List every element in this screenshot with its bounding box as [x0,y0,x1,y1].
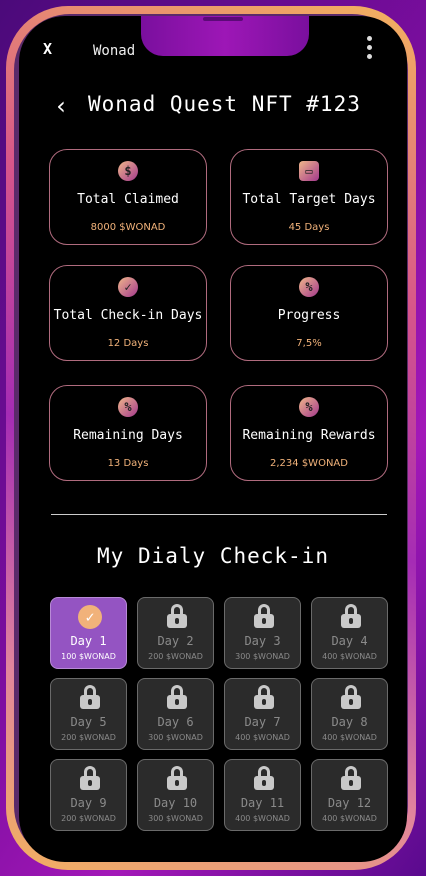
day-label: Day 12 [327,796,372,810]
day-card-8[interactable]: Day 8 400 $WONAD [311,678,388,750]
lock-icon [254,766,274,790]
stat-card-progress: % Progress 7,5% [230,265,388,361]
close-button[interactable]: X [43,40,52,58]
lock-icon [80,766,100,790]
day-label: Day 5 [70,715,107,729]
day-reward: 400 $WONAD [235,733,290,742]
day-card-6[interactable]: Day 6 300 $WONAD [137,678,214,750]
day-card-11[interactable]: Day 11 400 $WONAD [224,759,301,831]
back-button[interactable]: ‹ [54,92,68,120]
percent-icon: % [118,397,138,417]
percent-icon: % [299,277,319,297]
stat-label: Remaining Rewards [242,428,376,443]
day-reward: 100 $WONAD [61,652,116,661]
day-reward: 300 $WONAD [148,814,203,823]
day-card-4[interactable]: Day 4 400 $WONAD [311,597,388,669]
app-title: Wonad [93,43,136,59]
lock-icon [341,604,361,628]
day-reward: 200 $WONAD [61,814,116,823]
dollar-icon: $ [118,161,138,181]
day-label: Day 8 [331,715,368,729]
day-label: Day 7 [244,715,281,729]
stat-card-total-checkin-days: ✓ Total Check-in Days 12 Days [49,265,207,361]
day-card-12[interactable]: Day 12 400 $WONAD [311,759,388,831]
stat-label: Total Check-in Days [53,308,203,323]
lock-icon [341,766,361,790]
day-card-2[interactable]: Day 2 200 $WONAD [137,597,214,669]
stat-value: 8000 $WONAD [90,222,166,233]
day-label: Day 9 [70,796,107,810]
stat-value: 45 Days [288,222,330,233]
day-reward: 400 $WONAD [235,814,290,823]
speaker-bar [203,17,243,21]
day-label: Day 3 [244,634,281,648]
day-reward: 200 $WONAD [148,652,203,661]
day-reward: 400 $WONAD [322,814,377,823]
day-reward: 200 $WONAD [61,733,116,742]
phone-screen: X Wonad ‹ Wonad Quest NFT #123 $ Total C… [19,16,407,862]
page-title: Wonad Quest NFT #123 [88,92,361,116]
day-card-9[interactable]: Day 9 200 $WONAD [50,759,127,831]
percent-icon: % [299,397,319,417]
day-label: Day 2 [157,634,194,648]
lock-icon [254,685,274,709]
lock-icon [167,604,187,628]
day-label: Day 6 [157,715,194,729]
stat-card-remaining-rewards: % Remaining Rewards 2,234 $WONAD [230,385,388,481]
stat-label: Total Target Days [242,192,376,207]
day-card-10[interactable]: Day 10 300 $WONAD [137,759,214,831]
day-reward: 400 $WONAD [322,733,377,742]
stat-label: Progress [277,308,341,323]
section-divider [51,514,387,515]
notch [141,16,309,56]
lock-icon [167,766,187,790]
stat-card-remaining-days: % Remaining Days 13 Days [49,385,207,481]
checkmark-icon: ✓ [78,605,102,629]
more-options-icon[interactable] [367,36,373,62]
day-label: Day 10 [153,796,198,810]
day-card-5[interactable]: Day 5 200 $WONAD [50,678,127,750]
checkin-section-title: My Dialy Check-in [97,544,329,568]
day-label: Day 4 [331,634,368,648]
stat-value: 2,234 $WONAD [270,458,348,469]
day-label: Day 11 [240,796,285,810]
stat-card-total-target-days: ▭ Total Target Days 45 Days [230,149,388,245]
stat-label: Total Claimed [77,192,179,207]
day-card-3[interactable]: Day 3 300 $WONAD [224,597,301,669]
lock-icon [341,685,361,709]
stat-card-total-claimed: $ Total Claimed 8000 $WONAD [49,149,207,245]
stat-label: Remaining Days [73,428,183,443]
stat-value: 13 Days [107,458,149,469]
lock-icon [254,604,274,628]
day-card-7[interactable]: Day 7 400 $WONAD [224,678,301,750]
day-label: Day 1 [70,634,107,648]
day-reward: 400 $WONAD [322,652,377,661]
stat-value: 12 Days [107,338,149,349]
check-icon: ✓ [118,277,138,297]
day-reward: 300 $WONAD [148,733,203,742]
calendar-icon: ▭ [299,161,319,181]
stat-value: 7,5% [296,338,322,349]
lock-icon [167,685,187,709]
day-reward: 300 $WONAD [235,652,290,661]
lock-icon [80,685,100,709]
day-card-1[interactable]: ✓ Day 1 100 $WONAD [50,597,127,669]
